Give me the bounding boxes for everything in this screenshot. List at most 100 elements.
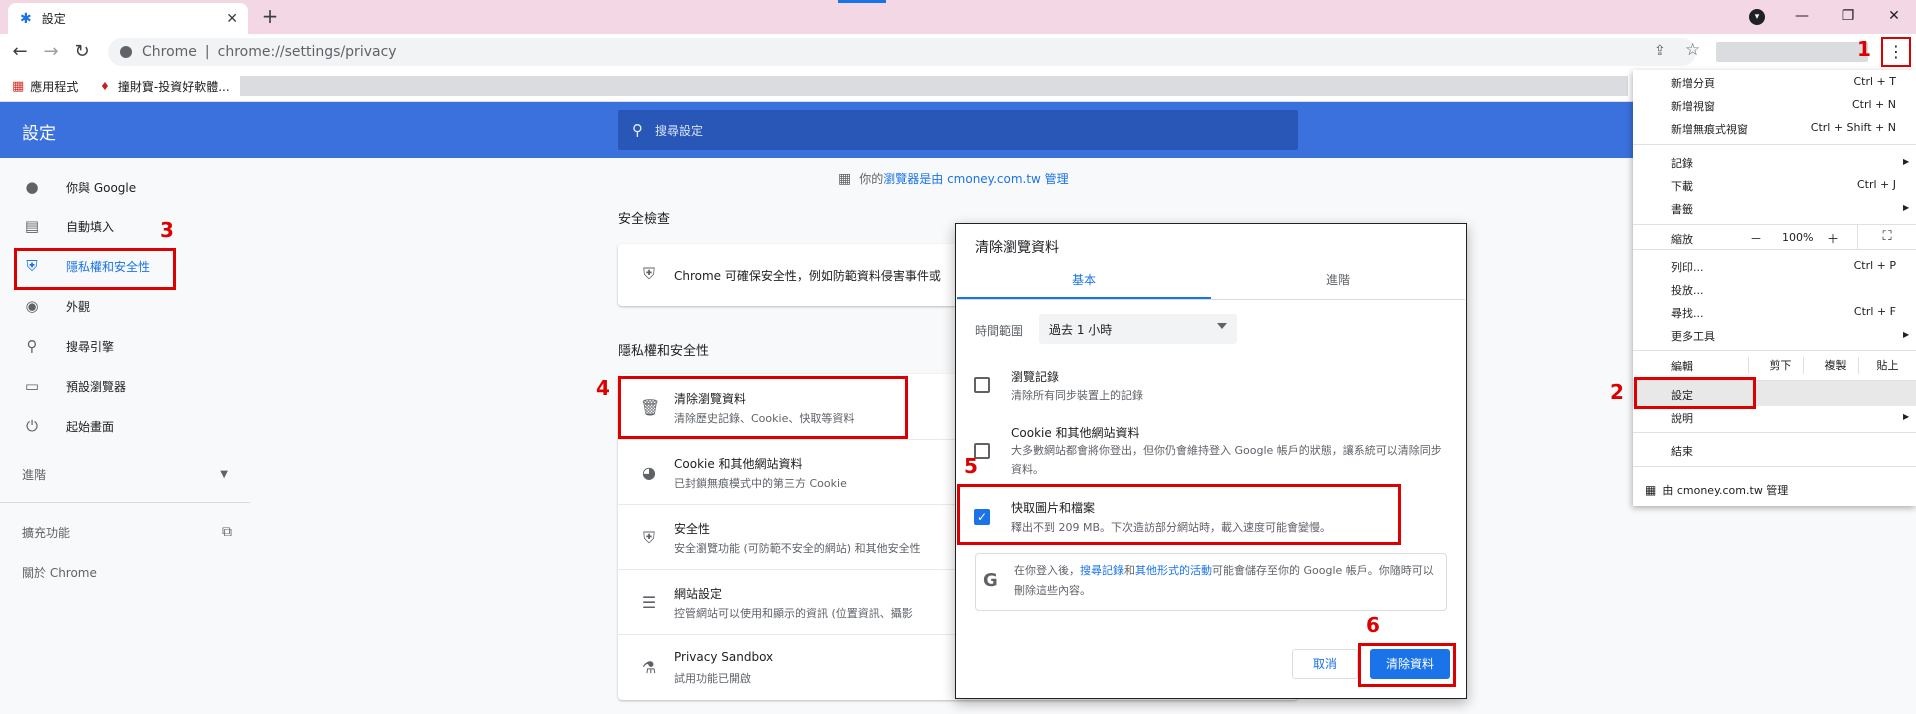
submenu-arrow-icon: ▶ — [1903, 412, 1910, 421]
address-bar[interactable]: Chrome | chrome://settings/privacy — [108, 38, 1696, 66]
sidebar-about-label: 關於 Chrome — [22, 565, 97, 580]
reload-button[interactable]: ↻ — [70, 40, 94, 64]
close-tab-icon[interactable]: ✕ — [226, 11, 238, 27]
security-row[interactable]: 安全性 — [674, 520, 710, 537]
sidebar-advanced[interactable]: 進階 ▼ — [22, 462, 228, 486]
zoom-value: 100% — [1782, 231, 1814, 244]
profile-icon[interactable]: ▾ — [1749, 9, 1765, 25]
submenu-arrow-icon: ▶ — [1903, 203, 1910, 212]
sidebar-extensions-label: 擴充功能 — [22, 525, 71, 540]
fullscreen-icon[interactable]: ⛶ — [1857, 224, 1916, 249]
close-window-button[interactable]: ✕ — [1876, 4, 1912, 28]
search-icon: ⚲ — [632, 121, 643, 139]
privacy-section-title: 隱私權和安全性 — [618, 344, 710, 359]
row-subtitle: 安全瀏覽功能 (可防範不安全的網站) 和其他安全性 — [674, 542, 921, 555]
clipboard-icon: ▤ — [24, 217, 40, 235]
menu-divider — [1633, 466, 1916, 467]
palette-icon: ◉ — [25, 297, 39, 315]
sidebar-item-label: 搜尋引擎 — [66, 339, 115, 354]
sidebar-item-label: 自動填入 — [66, 219, 115, 234]
row-subtitle: 已封鎖無痕模式中的第三方 Cookie — [674, 477, 847, 490]
site-info-icon[interactable] — [120, 46, 132, 58]
flask-icon: ⚗ — [641, 658, 657, 677]
sidebar-item-label: 起始畫面 — [66, 419, 115, 434]
tab-settings[interactable]: ✱ 設定 ✕ — [8, 3, 248, 34]
google-g-icon: G — [983, 570, 998, 591]
minimize-button[interactable]: — — [1784, 4, 1820, 28]
menu-bookmarks[interactable]: 書籤 — [1671, 201, 1693, 217]
checkbox-subtitle: 大多數網站都會將你登出，但你仍會維持登入 Google 帳戶的狀態，讓系統可以清… — [1011, 444, 1442, 476]
bookmark-site[interactable]: ♦ 撞財寶-投資好軟體... — [100, 76, 230, 96]
sidebar-extensions[interactable]: 擴充功能 ⧉ — [22, 520, 232, 544]
menu-divider — [1633, 144, 1916, 145]
row-subtitle: 控管網站可以使用和顯示的資訊 (位置資訊、攝影 — [674, 607, 913, 620]
safety-check-text: Chrome 可確保安全性，例如防範資料侵害事件或 — [674, 269, 941, 283]
time-range-select[interactable]: 過去 1 小時 — [1039, 314, 1237, 344]
menu-shortcut: Ctrl + N — [1851, 98, 1896, 111]
privacy-sandbox-row[interactable]: Privacy Sandbox — [674, 650, 773, 664]
sidebar-item-you-and-google[interactable]: ● 你與 Google — [22, 175, 136, 199]
sidebar-item-startup[interactable]: ⏻ 起始畫面 — [22, 414, 114, 438]
sidebar-item-default-browser[interactable]: ▭ 預設瀏覽器 — [22, 374, 126, 398]
managed-prefix: 你的 — [859, 172, 884, 186]
tab-basic[interactable]: 基本 — [957, 271, 1211, 288]
settings-search-input[interactable]: ⚲ 搜尋設定 — [618, 110, 1298, 150]
cookies-row[interactable]: Cookie 和其他網站資料 — [674, 455, 803, 472]
menu-new-window[interactable]: 新增視窗 — [1671, 98, 1715, 114]
tune-icon: ☰ — [641, 593, 657, 612]
tab-strip-marker — [838, 0, 886, 3]
menu-managed-label: 由 cmoney.com.tw 管理 — [1662, 484, 1789, 497]
forward-button[interactable]: → — [39, 40, 63, 64]
menu-incognito[interactable]: 新增無痕式視窗 — [1671, 121, 1748, 137]
menu-history[interactable]: 記錄 — [1671, 155, 1693, 171]
sidebar-item-label: 外觀 — [66, 299, 91, 314]
time-range-value: 過去 1 小時 — [1049, 322, 1113, 337]
menu-paste[interactable]: 貼上 — [1858, 357, 1916, 374]
menu-shortcut: Ctrl + J — [1856, 178, 1896, 191]
note-part: 和 — [1124, 564, 1135, 577]
share-icon[interactable]: ⇪ — [1654, 43, 1666, 59]
dropdown-arrow-icon — [1217, 323, 1227, 329]
menu-exit[interactable]: 結束 — [1671, 443, 1693, 459]
site-settings-row[interactable]: 網站設定 — [674, 585, 722, 602]
back-button[interactable]: ← — [8, 40, 32, 64]
tab-strip — [0, 0, 1916, 34]
redacted-area — [1716, 42, 1868, 62]
menu-downloads[interactable]: 下載 — [1671, 178, 1693, 194]
url-separator: | — [204, 44, 210, 60]
tab-advanced[interactable]: 進階 — [1211, 271, 1465, 288]
menu-new-tab[interactable]: 新增分頁 — [1671, 75, 1715, 91]
sidebar-item-autofill[interactable]: ▤ 自動填入 — [22, 214, 114, 238]
sidebar-about-chrome[interactable]: 關於 Chrome — [22, 560, 97, 584]
search-placeholder: 搜尋設定 — [655, 123, 704, 138]
url-scheme: Chrome — [142, 44, 197, 60]
menu-cast[interactable]: 投放... — [1671, 282, 1704, 298]
zoom-out-button[interactable]: － — [1750, 230, 1762, 247]
sidebar-item-search-engine[interactable]: ⚲ 搜尋引擎 — [22, 334, 115, 358]
search-history-link[interactable]: 搜尋記錄 — [1080, 564, 1124, 577]
menu-more-tools[interactable]: 更多工具 — [1671, 328, 1715, 344]
browsing-history-checkbox[interactable] — [974, 377, 990, 393]
annotation-box-4 — [618, 376, 908, 439]
new-tab-button[interactable]: + — [258, 4, 282, 28]
menu-shortcut: Ctrl + P — [1853, 259, 1896, 272]
gear-icon: ✱ — [20, 10, 32, 27]
managed-link[interactable]: 瀏覽器是由 cmoney.com.tw 管理 — [883, 170, 1068, 187]
other-activity-link[interactable]: 其他形式的活動 — [1135, 564, 1212, 577]
cancel-button[interactable]: 取消 — [1292, 649, 1358, 679]
open-in-new-icon: ⧉ — [222, 524, 232, 540]
menu-print[interactable]: 列印... — [1671, 259, 1704, 275]
bookmark-star-icon[interactable]: ☆ — [1685, 40, 1700, 60]
sidebar-item-appearance[interactable]: ◉ 外觀 — [22, 294, 90, 318]
restore-button[interactable]: ❐ — [1830, 4, 1866, 28]
menu-help[interactable]: 說明 — [1671, 410, 1693, 426]
menu-shortcut: Ctrl + Shift + N — [1810, 121, 1896, 134]
menu-managed[interactable]: ▦ 由 cmoney.com.tw 管理 — [1645, 482, 1788, 498]
apps-grid-icon: ▦ — [12, 78, 25, 94]
zoom-in-button[interactable]: ＋ — [1827, 230, 1839, 247]
site-favicon-icon: ♦ — [100, 79, 110, 93]
menu-find[interactable]: 尋找... — [1671, 305, 1704, 321]
chrome-menu-button[interactable]: ⋮ — [1881, 37, 1911, 67]
building-icon: ▦ — [1645, 483, 1657, 497]
bookmark-apps[interactable]: ▦ 應用程式 — [12, 76, 78, 96]
